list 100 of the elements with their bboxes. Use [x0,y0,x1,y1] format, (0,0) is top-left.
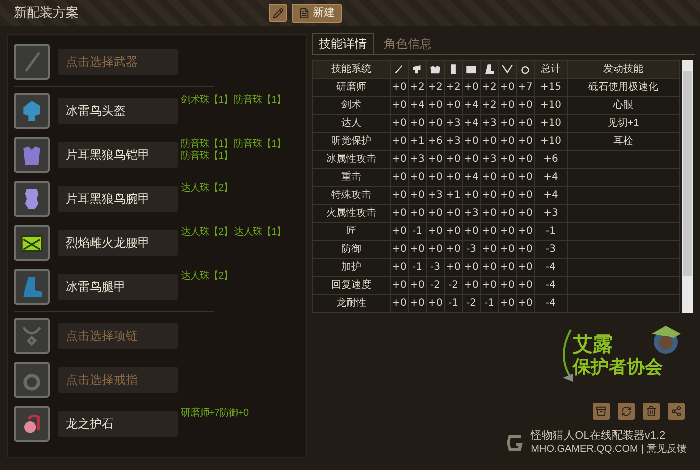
skill-name: 听觉保护 [332,136,372,147]
jewel-label: 达人珠【2】 [181,227,233,239]
activated-skill: 耳栓 [614,136,634,147]
equipment-name[interactable]: 片耳黑狼鸟腕甲 [58,186,178,212]
skill-points: +1 [410,136,425,147]
column-header: 技能系统 [332,64,372,75]
logo-text: 艾露 [573,334,614,356]
skill-points: +0 [500,262,515,273]
skill-points: +3 [446,118,461,129]
tab[interactable]: 角色信息 [374,33,442,54]
skill-name: 特殊攻击 [332,190,372,201]
skill-points: +0 [464,226,479,237]
skill-points: +6 [428,136,443,147]
skill-points: +0 [500,82,515,93]
skill-points: +0 [500,172,515,183]
skill-points: +0 [392,190,407,201]
equipment-name[interactable]: 冰雷鸟腿甲 [58,274,178,300]
skill-points: +0 [500,154,515,165]
empty-slot-icon[interactable] [14,44,50,80]
equipment-column-icon [501,63,514,76]
jewel-label: 研磨师+7防御+0 [181,408,248,420]
skill-points: +4 [410,100,425,111]
skill-name: 防御 [342,244,362,255]
skill-points: +0 [500,118,515,129]
equipment-icon[interactable] [14,137,50,173]
column-header: 总计 [541,64,561,75]
empty-slot-icon[interactable] [14,362,50,398]
skill-points: +0 [428,154,443,165]
total-points: +4 [544,190,558,201]
skill-points: +0 [482,136,497,147]
scrollbar[interactable] [682,60,693,313]
edit-button[interactable] [269,4,287,22]
skill-points: +0 [482,226,497,237]
skill-points: +0 [392,262,407,273]
total-points: +3 [544,208,558,219]
skill-points: +0 [482,190,497,201]
skill-points: +0 [410,208,425,219]
skill-points: +0 [464,280,479,291]
skill-points: +0 [518,118,533,129]
equipment-name[interactable]: 片耳黑狼鸟铠甲 [58,142,178,168]
skill-points: +0 [518,208,533,219]
equipment-icon[interactable] [14,225,50,261]
empty-slot-icon[interactable] [14,318,50,354]
skill-points: +0 [500,190,515,201]
skill-name: 回复速度 [332,280,372,291]
refresh-button[interactable] [618,403,635,420]
equipment-icon[interactable] [14,406,50,442]
equipment-icon[interactable] [14,181,50,217]
equipment-name[interactable]: 冰雷鸟头盔 [58,98,178,124]
skill-points: -1 [484,298,494,309]
delete-button[interactable] [643,403,660,420]
skill-points: +0 [500,226,515,237]
skill-points: +3 [464,208,479,219]
total-points: +15 [540,82,562,93]
skill-points: +0 [464,82,479,93]
tab[interactable]: 技能详情 [312,33,374,54]
skill-points: +0 [428,118,443,129]
skill-points: +0 [410,244,425,255]
skill-points: +3 [482,154,497,165]
skill-points: +0 [482,244,497,255]
equipment-column-icon [393,63,406,76]
share-button[interactable] [668,403,685,420]
document-icon [299,8,310,18]
skill-points: +0 [464,154,479,165]
skill-name: 达人 [342,118,362,129]
jewel-label: 达人珠【2】 [181,271,233,283]
skill-points: +0 [482,262,497,273]
skill-points: +0 [500,280,515,291]
jewel-label: 达人珠【2】 [181,183,233,195]
skill-points: -1 [448,298,458,309]
skill-name: 龙耐性 [336,298,366,309]
skill-points: +0 [518,298,533,309]
skill-points: -2 [448,280,458,291]
skill-points: +0 [482,172,497,183]
skill-name: 火属性攻击 [326,208,376,219]
skill-points: +0 [392,136,407,147]
skill-points: +0 [410,280,425,291]
equipment-icon[interactable] [14,93,50,129]
equipment-name[interactable]: 龙之护石 [58,411,178,437]
skill-points: +0 [428,226,443,237]
plan-title: 新配装方案 [14,4,79,22]
skill-points: +0 [500,298,515,309]
equipment-name[interactable]: 烈焰雌火龙腰甲 [58,230,178,256]
skill-points: +0 [428,244,443,255]
skill-points: +2 [482,82,497,93]
skill-points: +2 [446,82,461,93]
total-points: -1 [546,226,556,237]
skill-points: +0 [428,172,443,183]
total-points: +4 [544,172,558,183]
activated-skill: 见切+1 [608,118,640,129]
jewel-label: 防音珠【1】 [234,95,286,107]
logo-icon [505,432,526,454]
skill-points: +0 [392,226,407,237]
skill-points: -1 [412,226,422,237]
jewel-label: 防音珠【1】 [181,151,233,163]
save-button[interactable] [593,403,610,420]
jewel-label: 防音珠【1】 [234,139,286,151]
total-points: -4 [546,262,556,273]
new-button[interactable]: 新建 [292,4,342,22]
feedback-link[interactable]: 意见反馈 [647,443,687,457]
